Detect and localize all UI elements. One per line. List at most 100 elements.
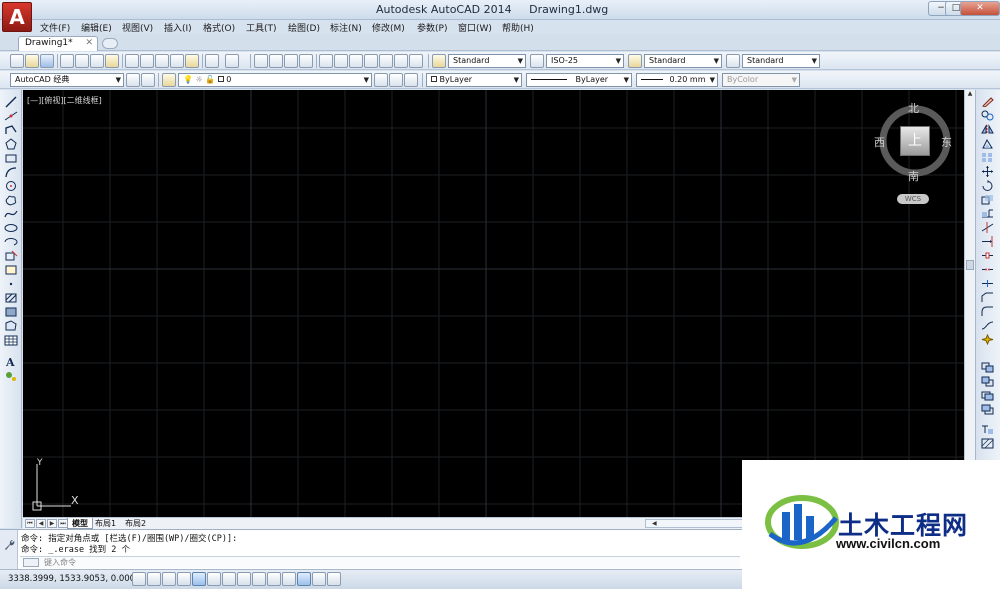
insert-block-icon[interactable] bbox=[4, 250, 18, 262]
menu-draw[interactable]: 绘图(D) bbox=[288, 21, 320, 34]
wcs-menu[interactable]: WCS bbox=[897, 194, 929, 204]
polar-tracking-icon[interactable] bbox=[192, 572, 206, 586]
layer-states-icon[interactable] bbox=[404, 73, 418, 87]
send-under-icon[interactable] bbox=[981, 404, 994, 415]
tab-drawing1[interactable]: Drawing1* ✕ bbox=[18, 36, 98, 51]
arc-icon[interactable] bbox=[4, 166, 18, 178]
construction-line-icon[interactable] bbox=[4, 110, 18, 122]
layer-select[interactable]: 💡 ☼ 🔓 0 ▼ bbox=[178, 73, 372, 87]
match-properties-icon[interactable] bbox=[170, 54, 184, 68]
zoom-previous-icon[interactable] bbox=[299, 54, 313, 68]
undo-icon[interactable] bbox=[205, 54, 219, 68]
scroll-up-icon[interactable]: ▲ bbox=[965, 90, 975, 99]
close-button[interactable]: ✕ bbox=[960, 1, 1000, 16]
point-icon[interactable] bbox=[4, 278, 18, 290]
line-icon[interactable] bbox=[4, 96, 18, 108]
new-icon[interactable] bbox=[10, 54, 24, 68]
erase-icon[interactable] bbox=[981, 96, 994, 107]
linetype-select[interactable]: ByLayer ▼ bbox=[526, 73, 632, 87]
print-icon[interactable] bbox=[60, 54, 74, 68]
print-preview-icon[interactable] bbox=[75, 54, 89, 68]
block-editor-icon[interactable] bbox=[185, 54, 199, 68]
menu-format[interactable]: 格式(O) bbox=[203, 21, 235, 34]
mirror-icon[interactable] bbox=[981, 124, 994, 135]
object-snap-tracking-icon[interactable] bbox=[237, 572, 251, 586]
scrollbar-thumb[interactable] bbox=[966, 260, 974, 270]
menu-modify[interactable]: 修改(M) bbox=[372, 21, 405, 34]
help-icon[interactable] bbox=[409, 54, 423, 68]
calculator-icon[interactable] bbox=[394, 54, 408, 68]
menu-file[interactable]: 文件(F) bbox=[40, 21, 70, 34]
ellipse-icon[interactable] bbox=[4, 222, 18, 234]
dimension-style-select[interactable]: ISO-25 ▼ bbox=[546, 54, 624, 68]
workspace-settings-icon[interactable] bbox=[126, 73, 140, 87]
menu-window[interactable]: 窗口(W) bbox=[458, 21, 492, 34]
transparency-icon[interactable] bbox=[297, 572, 311, 586]
open-icon[interactable] bbox=[25, 54, 39, 68]
properties-icon[interactable] bbox=[319, 54, 333, 68]
coordinate-readout[interactable]: 3338.3999, 1533.9053, 0.0000 bbox=[8, 574, 140, 584]
scale-icon[interactable] bbox=[981, 194, 994, 205]
explode-icon[interactable] bbox=[981, 334, 994, 345]
save-icon[interactable] bbox=[40, 54, 54, 68]
bring-above-icon[interactable] bbox=[981, 390, 994, 401]
color-select[interactable]: ByLayer ▼ bbox=[426, 73, 522, 87]
multileader-style-icon[interactable] bbox=[726, 54, 740, 68]
cut-icon[interactable] bbox=[125, 54, 139, 68]
text-to-front-icon[interactable] bbox=[981, 424, 994, 435]
gradient-icon[interactable] bbox=[4, 306, 18, 318]
pan-icon[interactable] bbox=[254, 54, 268, 68]
ellipse-arc-icon[interactable] bbox=[4, 236, 18, 248]
region-icon[interactable] bbox=[4, 320, 18, 332]
plot-style-select[interactable]: ByColor ▼ bbox=[722, 73, 800, 87]
compass-west[interactable]: 西 bbox=[874, 134, 885, 150]
3d-object-snap-icon[interactable] bbox=[222, 572, 236, 586]
chamfer-icon[interactable] bbox=[981, 292, 994, 303]
make-current-layer-icon[interactable] bbox=[374, 73, 388, 87]
viewcube[interactable]: 北 南 东 西 上 WCS bbox=[871, 98, 961, 208]
redo-icon[interactable] bbox=[225, 54, 239, 68]
object-snap-icon[interactable] bbox=[207, 572, 221, 586]
next-layout-icon[interactable]: ▶ bbox=[47, 519, 57, 528]
join-icon[interactable] bbox=[981, 278, 994, 289]
first-layout-icon[interactable]: ⏮ bbox=[25, 519, 35, 528]
add-selected-icon[interactable] bbox=[4, 370, 18, 382]
menu-insert[interactable]: 插入(I) bbox=[164, 21, 192, 34]
move-icon[interactable] bbox=[981, 166, 994, 177]
snap-mode-icon[interactable] bbox=[147, 572, 161, 586]
menu-edit[interactable]: 编辑(E) bbox=[81, 21, 112, 34]
stretch-icon[interactable] bbox=[981, 208, 994, 219]
command-grip[interactable] bbox=[0, 530, 18, 570]
application-menu-button[interactable]: A bbox=[2, 2, 32, 32]
array-icon[interactable] bbox=[981, 152, 994, 163]
viewcube-top-face[interactable]: 上 bbox=[900, 126, 930, 156]
new-tab-button[interactable] bbox=[102, 38, 118, 49]
scroll-left-icon[interactable]: ◀ bbox=[652, 520, 657, 527]
menu-help[interactable]: 帮助(H) bbox=[502, 21, 534, 34]
extend-icon[interactable] bbox=[981, 236, 994, 247]
multiline-text-icon[interactable]: A bbox=[6, 356, 15, 369]
text-style-select[interactable]: Standard ▼ bbox=[448, 54, 526, 68]
dynamic-ucs-icon[interactable] bbox=[252, 572, 266, 586]
menu-tools[interactable]: 工具(T) bbox=[246, 21, 277, 34]
sheet-set-icon[interactable] bbox=[364, 54, 378, 68]
workspace-select[interactable]: AutoCAD 经典 ▼ bbox=[10, 73, 124, 87]
compass-east[interactable]: 东 bbox=[941, 134, 952, 150]
table-icon[interactable] bbox=[4, 334, 18, 346]
design-center-icon[interactable] bbox=[334, 54, 348, 68]
multileader-style-select[interactable]: Standard ▼ bbox=[742, 54, 820, 68]
dimension-style-icon[interactable] bbox=[530, 54, 544, 68]
circle-icon[interactable] bbox=[4, 180, 18, 192]
zoom-window-icon[interactable] bbox=[284, 54, 298, 68]
offset-icon[interactable] bbox=[981, 138, 994, 149]
table-style-icon[interactable] bbox=[628, 54, 642, 68]
menu-dimension[interactable]: 标注(N) bbox=[330, 21, 362, 34]
hatch-to-back-icon[interactable] bbox=[981, 438, 994, 449]
markup-icon[interactable] bbox=[379, 54, 393, 68]
table-style-select[interactable]: Standard ▼ bbox=[644, 54, 722, 68]
previous-layout-icon[interactable]: ◀ bbox=[36, 519, 46, 528]
close-icon[interactable]: ✕ bbox=[85, 37, 93, 50]
fillet-icon[interactable] bbox=[981, 306, 994, 317]
tab-layout1[interactable]: 布局1 bbox=[91, 518, 120, 529]
polyline-icon[interactable] bbox=[4, 124, 18, 136]
